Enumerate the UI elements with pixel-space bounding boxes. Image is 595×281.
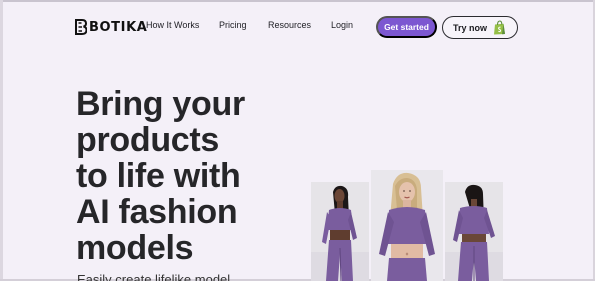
hero-title-line: products <box>76 121 220 159</box>
nav-how-it-works[interactable]: How It Works <box>146 20 199 30</box>
hero-title: Bring your products to life with AI fash… <box>76 86 306 266</box>
nav-resources[interactable]: Resources <box>268 20 311 30</box>
model-photo-front <box>371 170 443 281</box>
botika-logo-icon <box>75 19 87 35</box>
try-now-label: Try now <box>453 22 488 33</box>
top-navigation: BOTIKA How It Works Pricing Resources Lo… <box>0 0 595 55</box>
model-photo-back <box>445 182 503 281</box>
brand-name: BOTIKA <box>89 19 148 35</box>
hero-title-line: to life with <box>76 157 241 195</box>
get-started-button[interactable]: Get started <box>376 16 437 38</box>
hero-title-line: Bring your <box>76 85 245 123</box>
nav-login[interactable]: Login <box>331 20 353 30</box>
shopify-bag-icon <box>493 20 506 35</box>
hero-subtitle: Easily create lifelike model <box>77 272 231 281</box>
model-photo-side <box>311 182 369 281</box>
brand-logo[interactable]: BOTIKA <box>75 18 147 36</box>
hero-title-line: AI fashion <box>76 193 238 231</box>
hero-title-line: models <box>76 229 194 267</box>
try-now-button[interactable]: Try now <box>442 16 518 39</box>
nav-pricing[interactable]: Pricing <box>219 20 247 30</box>
